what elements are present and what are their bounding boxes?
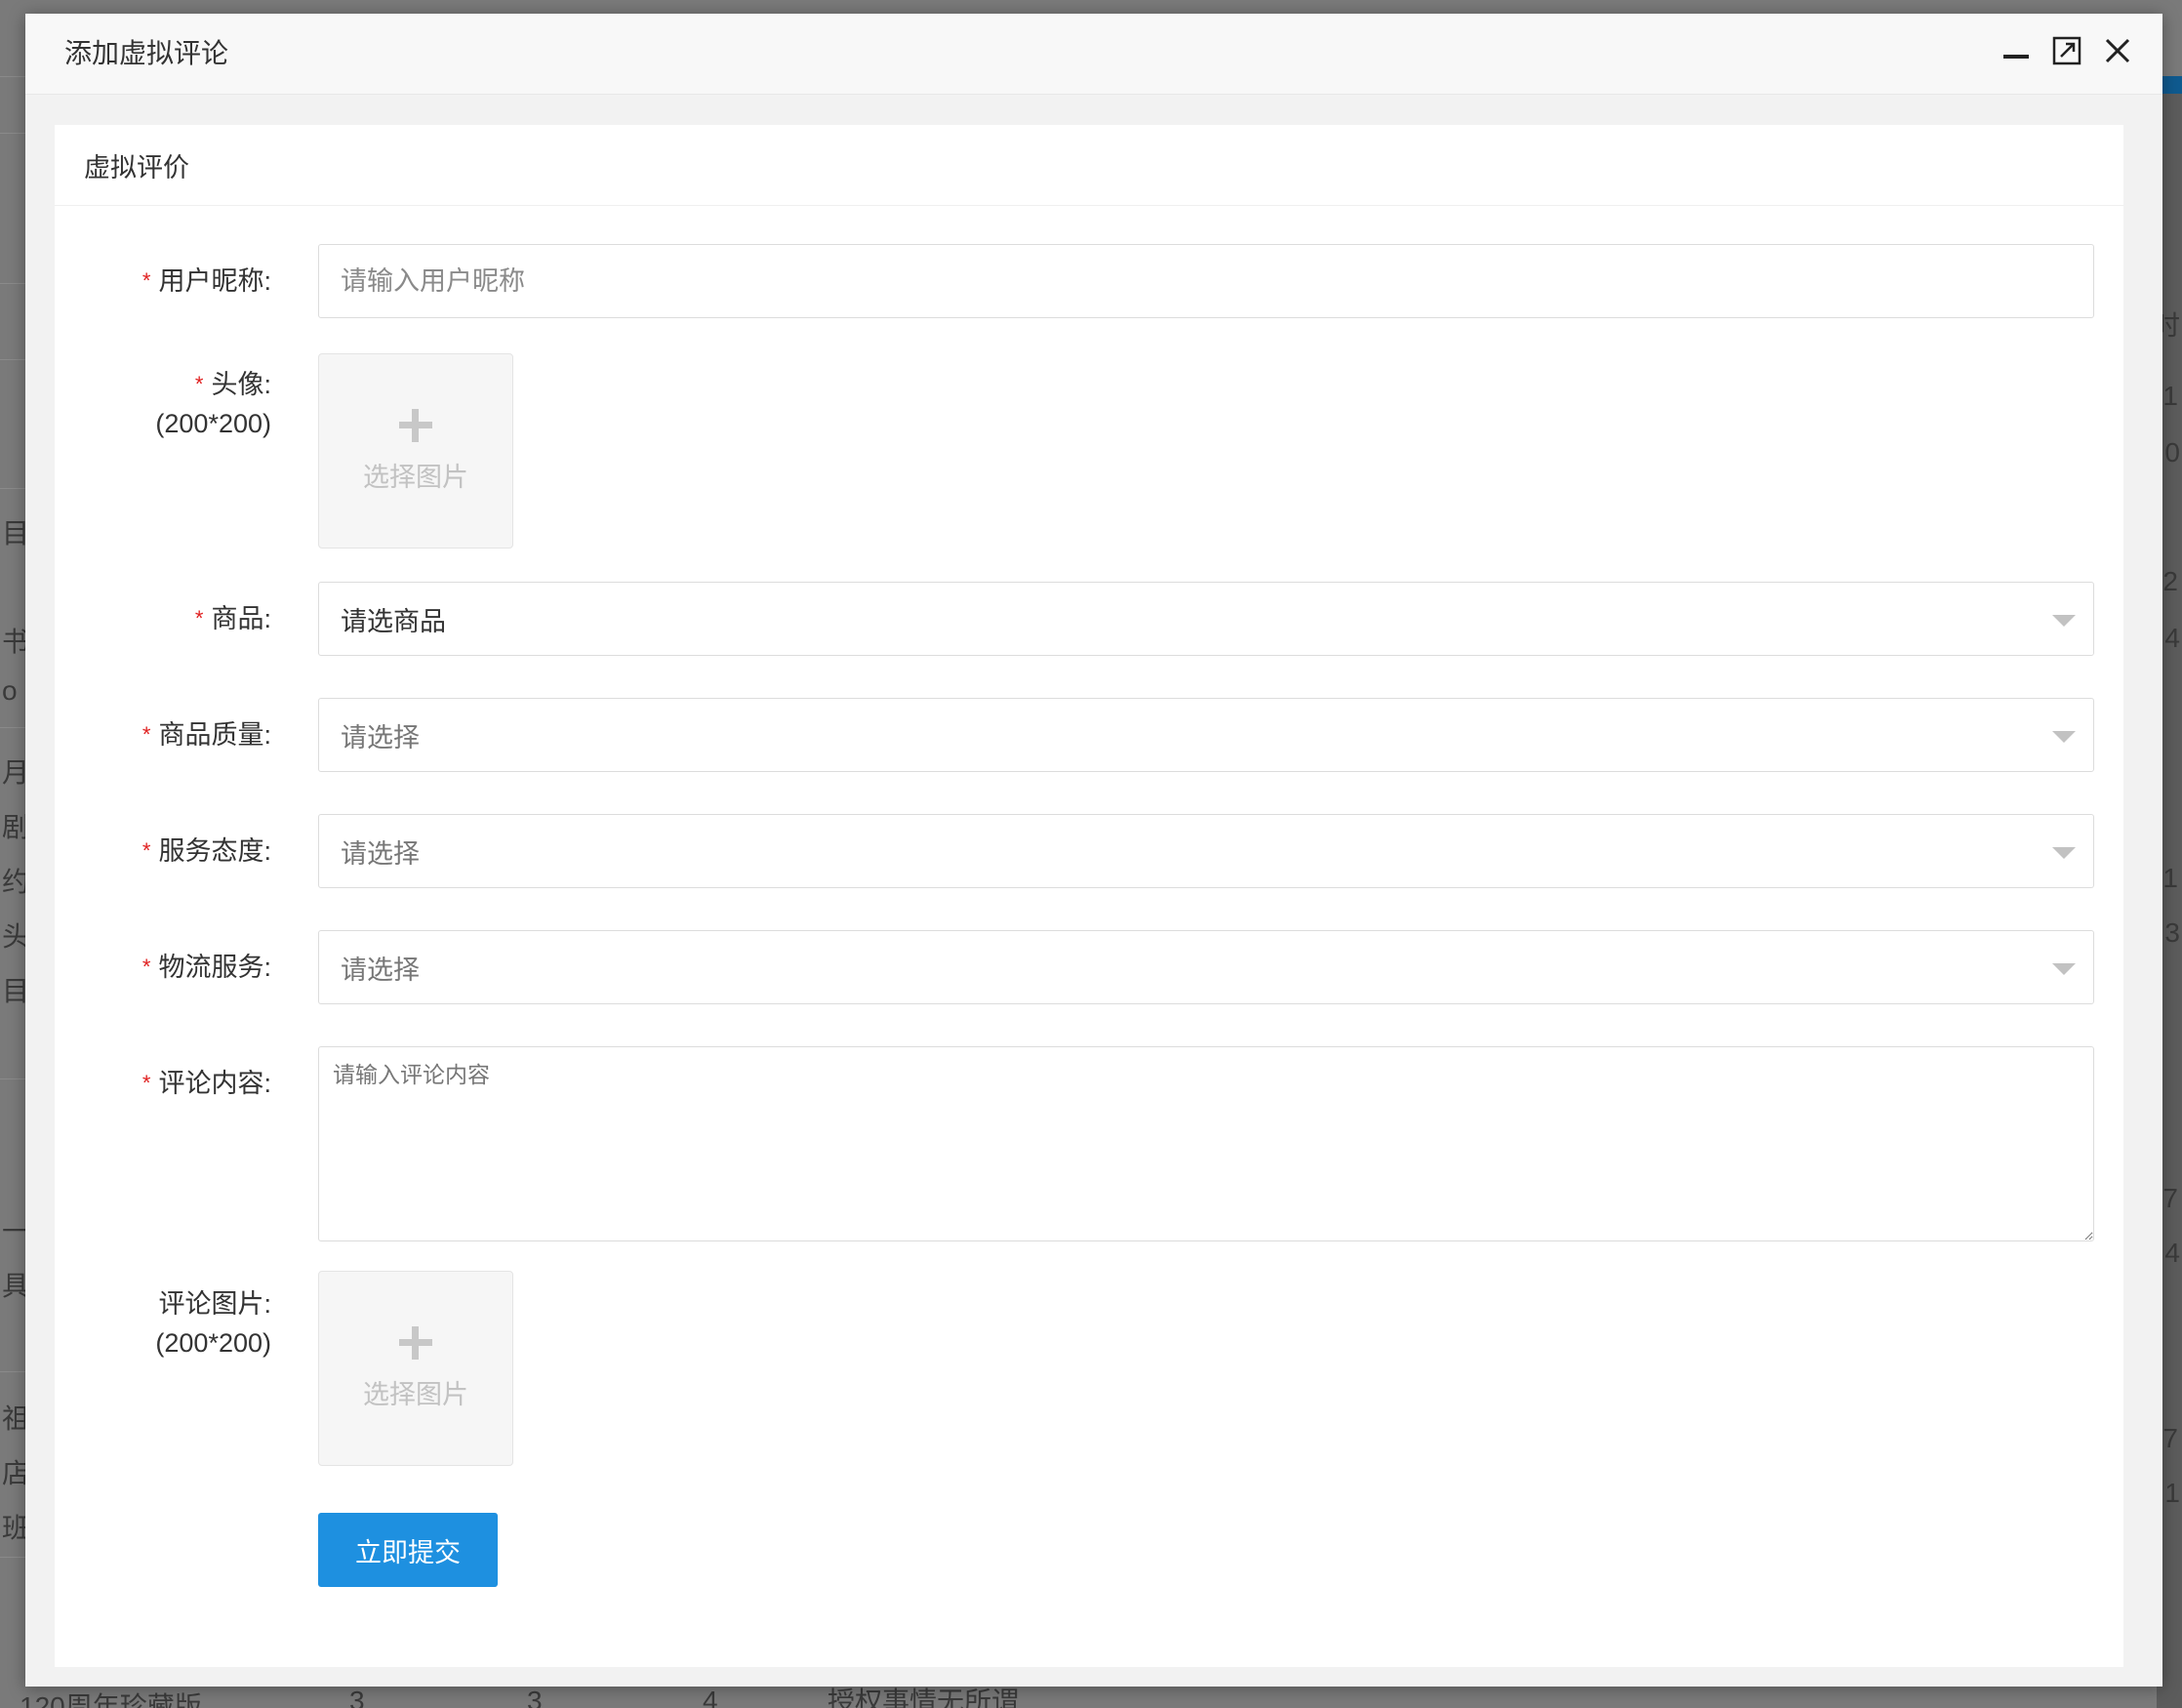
submit-button[interactable]: 立即提交 xyxy=(318,1513,498,1587)
background-table-cell: 4 xyxy=(703,1686,718,1708)
service-label: * 服务态度: xyxy=(55,832,271,871)
content-label-text: 评论内容: xyxy=(158,1069,271,1098)
product-label: * 商品: xyxy=(55,599,271,638)
minimize-icon xyxy=(2003,55,2029,59)
required-mark: * xyxy=(141,268,151,293)
maximize-icon xyxy=(2052,36,2081,65)
plus-icon xyxy=(399,1325,432,1360)
upload-label: 选择图片 xyxy=(363,462,468,492)
comment-images-label: 评论图片: (200*200) xyxy=(55,1284,271,1362)
required-mark: * xyxy=(141,955,151,979)
upload-label: 选择图片 xyxy=(363,1379,468,1409)
close-button[interactable] xyxy=(2102,35,2133,66)
background-text: 1 xyxy=(2162,381,2178,411)
virtual-review-card: 虚拟评价 * 用户昵称: * 头像: (200*200) 选择图片 * 商品: xyxy=(55,125,2123,1667)
nickname-label-text: 用户昵称: xyxy=(158,266,271,296)
service-select[interactable]: 请选择 xyxy=(318,814,2094,888)
product-label-text: 商品: xyxy=(211,604,271,633)
logistics-label: * 物流服务: xyxy=(55,948,271,987)
dialog-header: 添加虚拟评论 xyxy=(25,14,2162,95)
required-mark: * xyxy=(141,722,151,747)
minimize-button[interactable] xyxy=(2000,35,2032,66)
quality-select-value: 请选择 xyxy=(341,722,420,752)
window-controls xyxy=(2000,35,2133,66)
logistics-select-value: 请选择 xyxy=(341,955,420,985)
background-text: o xyxy=(2,675,18,706)
comment-images-upload-button[interactable]: 选择图片 xyxy=(318,1271,513,1466)
required-mark: * xyxy=(194,372,204,396)
service-select-value: 请选择 xyxy=(341,838,420,869)
product-select[interactable]: 请选商品 xyxy=(318,582,2094,656)
caret-down-icon xyxy=(2052,731,2076,743)
background-text: 1 xyxy=(2162,863,2178,893)
avatar-upload-button[interactable]: 选择图片 xyxy=(318,353,513,549)
close-icon xyxy=(2105,38,2130,63)
plus-icon xyxy=(399,408,432,442)
dialog-title: 添加虚拟评论 xyxy=(64,38,229,68)
comment-content-textarea[interactable] xyxy=(318,1046,2094,1241)
background-table-cell: 3 xyxy=(349,1686,365,1708)
background-text: 7 xyxy=(2162,1423,2178,1453)
required-mark: * xyxy=(194,606,204,630)
card-title: 虚拟评价 xyxy=(55,125,2123,206)
comment-images-size-hint: (200*200) xyxy=(155,1328,271,1358)
service-label-text: 服务态度: xyxy=(158,836,271,866)
required-mark: * xyxy=(141,838,151,863)
caret-down-icon xyxy=(2052,615,2076,627)
caret-down-icon xyxy=(2052,963,2076,975)
quality-select[interactable]: 请选择 xyxy=(318,698,2094,772)
maximize-button[interactable] xyxy=(2051,35,2082,66)
avatar-label: * 头像: (200*200) xyxy=(55,365,271,443)
background-text: 7 xyxy=(2162,1183,2178,1213)
quality-label-text: 商品质量: xyxy=(158,720,271,750)
quality-label: * 商品质量: xyxy=(55,715,271,754)
background-table-cell: 120周年珍藏版 xyxy=(20,1691,202,1708)
background-table-cell: 3 xyxy=(527,1686,543,1708)
caret-down-icon xyxy=(2052,847,2076,859)
logistics-select[interactable]: 请选择 xyxy=(318,930,2094,1004)
logistics-label-text: 物流服务: xyxy=(158,953,271,982)
content-label: * 评论内容: xyxy=(55,1064,271,1103)
avatar-label-text: 头像: xyxy=(211,370,271,399)
nickname-input[interactable] xyxy=(318,244,2094,318)
product-select-value: 请选商品 xyxy=(341,606,446,636)
avatar-size-hint: (200*200) xyxy=(155,409,271,438)
background-text: 2 xyxy=(2162,566,2178,596)
required-mark: * xyxy=(141,1071,151,1095)
add-virtual-comment-dialog: 添加虚拟评论 虚拟评价 * 用户昵称: 请输入用户昵称 * 头像: (200*2… xyxy=(25,14,2162,1687)
nickname-label: * 用户昵称: xyxy=(55,262,271,301)
comment-images-label-text: 评论图片: xyxy=(158,1289,271,1319)
